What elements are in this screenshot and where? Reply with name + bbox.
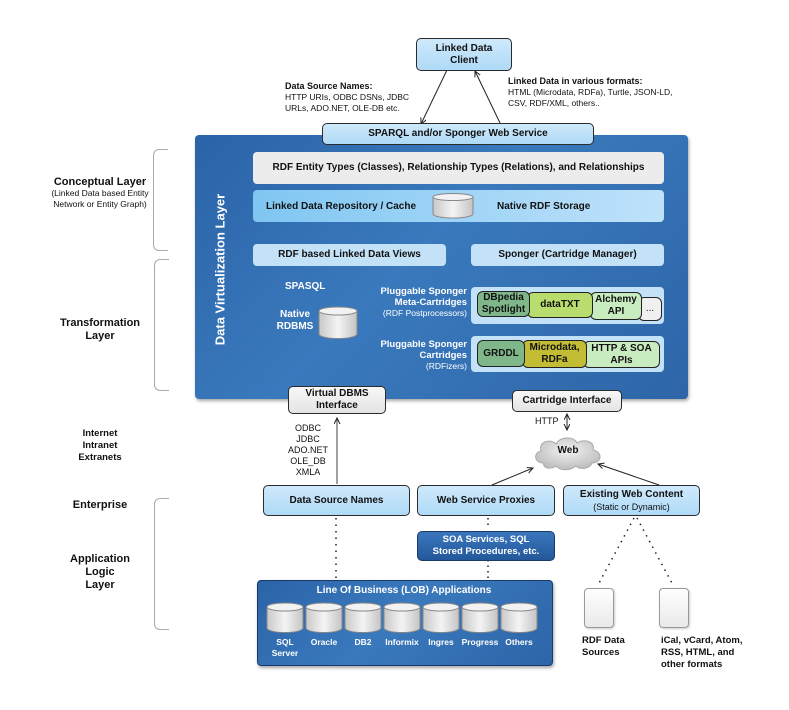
meta-cartridge-dbpedia-spotlight[interactable]: DBpedia Spotlight <box>477 291 530 317</box>
meta-cartridges-label: Pluggable Sponger Meta-Cartridges (RDF P… <box>360 286 467 319</box>
meta-title: Pluggable Sponger Meta-Cartridges <box>380 286 467 308</box>
cartridge-http-soa[interactable]: HTTP & SOA APIs <box>583 341 660 368</box>
existing-web-content-box[interactable]: Existing Web Content (Static or Dynamic) <box>563 485 700 516</box>
data-source-names-box[interactable]: Data Source Names <box>263 485 410 516</box>
lob-database-label: SQL Server <box>271 637 299 658</box>
cartridge-grddl[interactable]: GRDDL <box>477 340 525 367</box>
database-icon <box>500 602 538 633</box>
lob-database-label: DB2 <box>354 637 372 647</box>
database-icon <box>461 602 499 633</box>
existing-subtitle: (Static or Dynamic) <box>593 501 670 512</box>
lob-database-item[interactable]: SQL Server <box>266 602 304 659</box>
lob-database-label: Others <box>505 637 533 647</box>
linked-data-formats-note: Linked Data in various formats: HTML (Mi… <box>508 76 673 109</box>
cartridge-interface[interactable]: Cartridge Interface <box>512 390 622 412</box>
arrow-existing-to-web <box>598 464 660 486</box>
meta-cartridge-alchemy[interactable]: Alchemy API <box>590 292 642 320</box>
rdf-linked-data-views[interactable]: RDF based Linked Data Views <box>253 244 446 266</box>
data-virtualization-title: Data Virtualization Layer <box>212 193 228 346</box>
existing-title: Existing Web Content <box>579 488 684 500</box>
database-icon <box>344 602 382 633</box>
lob-database-item[interactable]: Progress <box>461 602 499 659</box>
entity-types-box: RDF Entity Types (Classes), Relationship… <box>253 152 664 184</box>
lob-database-label: Informix <box>385 637 419 647</box>
lob-database-item[interactable]: Oracle <box>305 602 343 659</box>
lob-database-item[interactable]: Others <box>500 602 538 659</box>
other-formats-label: iCal, vCard, Atom, RSS, HTML, and other … <box>661 635 743 670</box>
other-formats-document-icon <box>659 588 689 628</box>
database-icon <box>383 602 421 633</box>
networks-label: Internet Intranet Extranets <box>78 428 122 463</box>
enterprise-label: Enterprise <box>72 499 128 511</box>
sponger-cartridge-manager[interactable]: Sponger (Cartridge Manager) <box>471 244 664 266</box>
database-icon <box>305 602 343 633</box>
database-icon <box>266 602 304 633</box>
dotted-existing-formats <box>636 517 674 586</box>
linked-data-client[interactable]: Linked Data Client <box>416 38 512 71</box>
lob-title: Line Of Business (LOB) Applications <box>316 585 492 596</box>
conceptual-title: Conceptual Layer <box>53 176 147 188</box>
lob-database-label: Progress <box>461 637 499 647</box>
http-label: HTTP <box>535 416 559 426</box>
transformation-layer-label: Transformation Layer <box>59 317 141 342</box>
meta-subtitle: (RDF Postprocessors) <box>382 308 467 318</box>
conceptual-layer-label: Conceptual Layer (Linked Data based Enti… <box>10 176 190 210</box>
application-logic-label: Application Logic Layer <box>70 553 130 591</box>
arrow-client-to-sparql <box>421 69 448 124</box>
lob-databases: SQL Server Oracle DB2 Informix Ingres Progres… <box>266 602 546 664</box>
cart-title: Pluggable Sponger Cartridges <box>380 339 467 361</box>
soa-services-box[interactable]: SOA Services, SQL Stored Procedures, etc… <box>417 531 555 561</box>
arrow-sparql-to-client <box>475 71 501 124</box>
note-title: Data Source Names: <box>285 81 373 91</box>
spasql-label: SPASQL <box>285 281 326 292</box>
native-rdbms-label: Native RDBMS <box>276 309 314 332</box>
note-body: HTTP URIs, ODBC DSNs, JDBC URLs, ADO.NET… <box>285 92 410 113</box>
arrow-proxies-to-web <box>491 468 533 486</box>
native-rdf-label: Native RDF Storage <box>497 201 591 212</box>
data-source-names-note: Data Source Names: HTTP URIs, ODBC DSNs,… <box>285 81 409 114</box>
dotted-existing-rdf <box>597 517 635 586</box>
web-service-proxies-box[interactable]: Web Service Proxies <box>417 485 555 516</box>
lob-database-label: Ingres <box>428 637 454 647</box>
note-body: HTML (Microdata, RDFa), Turtle, JSON-LD,… <box>508 87 673 108</box>
sparql-sponger-service[interactable]: SPARQL and/or Sponger Web Service <box>322 123 594 145</box>
protocols-list: ODBC JDBC ADO.NET OLE_DB XMLA <box>287 423 328 477</box>
cart-subtitle: (RDFizers) <box>425 361 467 371</box>
meta-cartridge-datatxt[interactable]: dataTXT <box>527 292 593 318</box>
lob-database-label: Oracle <box>310 637 338 647</box>
database-icon <box>432 193 474 219</box>
lob-database-item[interactable]: DB2 <box>344 602 382 659</box>
lob-database-item[interactable]: Informix <box>383 602 421 659</box>
note-title: Linked Data in various formats: <box>508 76 643 86</box>
rdf-data-sources-label: RDF Data Sources <box>582 635 625 658</box>
database-icon <box>422 602 460 633</box>
repository-label: Linked Data Repository / Cache <box>266 201 417 212</box>
conceptual-subtitle: (Linked Data based Entity Network or Ent… <box>51 188 149 209</box>
cartridge-microdata-rdfa[interactable]: Microdata, RDFa <box>522 340 587 368</box>
lob-database-item[interactable]: Ingres <box>422 602 460 659</box>
web-label: Web <box>557 445 579 456</box>
rdbms-database-icon <box>318 306 358 339</box>
virtual-dbms-interface[interactable]: Virtual DBMS Interface <box>288 386 386 414</box>
cartridges-label: Pluggable Sponger Cartridges (RDFizers) <box>360 339 467 372</box>
rdf-data-sources-document-icon <box>584 588 614 628</box>
